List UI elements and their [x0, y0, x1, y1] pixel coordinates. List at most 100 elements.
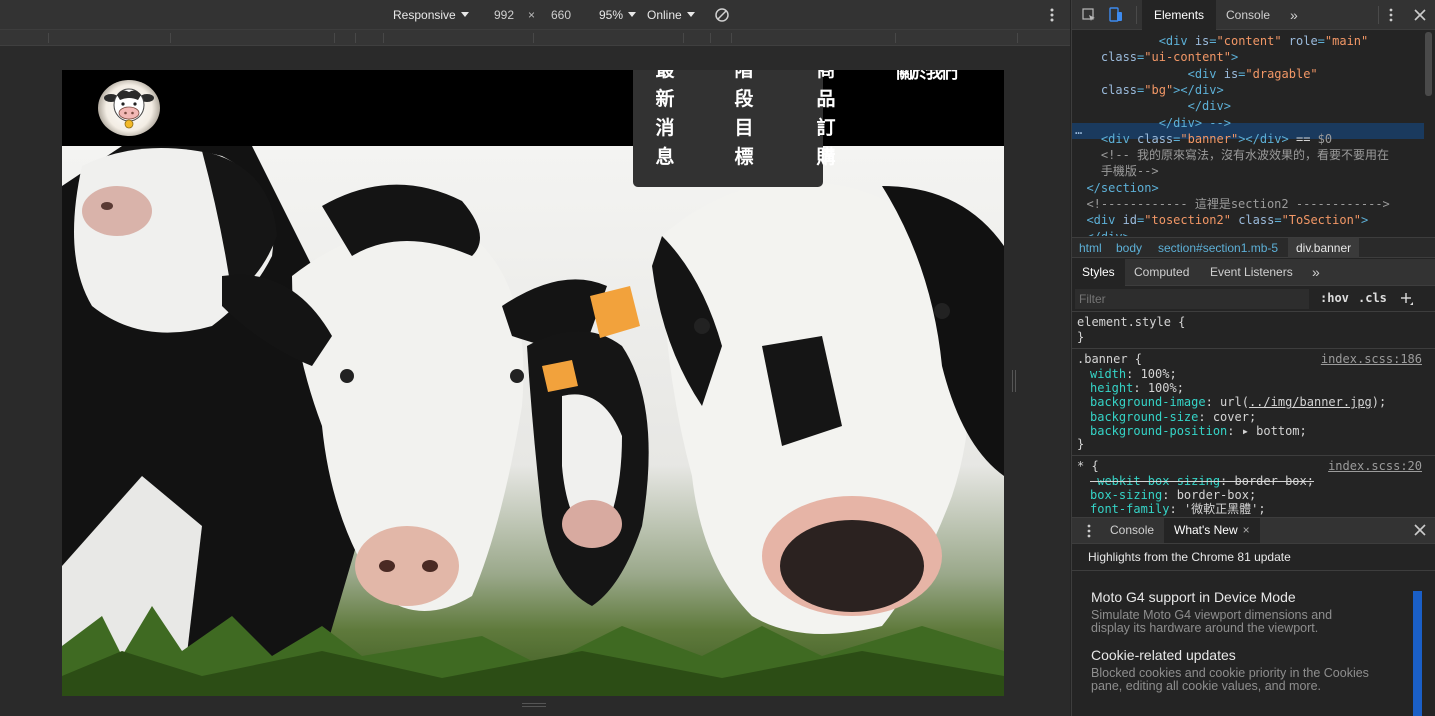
whats-new-item-title[interactable]: Moto G4 support in Device Mode — [1091, 589, 1296, 605]
breadcrumb-section[interactable]: section#section1.mb-5 — [1158, 238, 1278, 258]
device-select[interactable]: Responsive — [393, 8, 469, 22]
tab-event-listeners[interactable]: Event Listeners — [1210, 259, 1293, 286]
css-property-name[interactable]: -webkit-box-sizing — [1090, 474, 1220, 488]
breadcrumb-html[interactable]: html — [1079, 238, 1102, 258]
cow-logo[interactable] — [98, 80, 160, 136]
css-property-name[interactable]: box-sizing — [1090, 488, 1162, 502]
css-declaration[interactable]: font-family: '微軟正黑體'; — [1090, 502, 1266, 516]
dom-node-line[interactable]: <div id="tosection2" class="ToSection"> — [1072, 212, 1422, 228]
rotate-icon[interactable] — [714, 7, 730, 23]
devtools-menu-icon[interactable] — [1388, 8, 1394, 22]
dom-node-line[interactable]: class="ui-content"> — [1072, 49, 1422, 65]
zoom-select[interactable]: 95% — [599, 8, 637, 22]
device-toggle-icon[interactable] — [1109, 7, 1123, 23]
css-declaration[interactable]: height: 100%; — [1090, 381, 1184, 395]
star-rule-source-link[interactable]: index.scss:20 — [1328, 459, 1422, 473]
dom-token: $0 — [1317, 131, 1333, 146]
whats-new-item-title[interactable]: Cookie-related updates — [1091, 647, 1236, 663]
devtools-tabbar: Elements Console » — [1072, 0, 1435, 30]
css-property-name[interactable]: height — [1090, 381, 1133, 395]
dom-tree[interactable]: … <div is="content" role="main" class="u… — [1072, 30, 1435, 236]
css-property-value[interactable]: border-box; — [1235, 474, 1314, 488]
class-toggle[interactable]: .cls — [1358, 291, 1387, 305]
css-declaration[interactable]: background-position: ▸ bottom; — [1090, 424, 1307, 438]
dom-token: "banner" — [1180, 131, 1239, 146]
close-icon[interactable] — [1414, 9, 1426, 21]
dom-node-line[interactable]: <!------------ 這裡是section2 ------------> — [1072, 196, 1422, 212]
network-throttle-select[interactable]: Online — [647, 8, 695, 22]
close-drawer-icon[interactable] — [1414, 524, 1426, 536]
selector-text: * — [1077, 459, 1085, 473]
css-property-value[interactable]: cover; — [1213, 410, 1256, 424]
css-property-name[interactable]: background-position — [1090, 424, 1227, 438]
css-property-value[interactable]: '微軟正黑體'; — [1184, 502, 1266, 516]
dom-node-line[interactable]: </div> --> — [1072, 115, 1422, 131]
device-toolbar: Responsive 992 × 660 95% Online — [0, 0, 1070, 30]
nav-item-news[interactable]: 最 新 消 息 — [654, 70, 676, 172]
tab-computed[interactable]: Computed — [1134, 259, 1189, 286]
css-url-link[interactable]: ../img/banner.jpg — [1249, 395, 1372, 409]
nav-char: 品 — [816, 88, 836, 110]
css-property-name[interactable]: background-size — [1090, 410, 1198, 424]
resize-handle-bottom[interactable] — [522, 703, 546, 707]
dom-node-line[interactable]: <!-- 我的原來寫法，沒有水波效果的，看要不要用在 — [1072, 147, 1422, 163]
viewport-height-input[interactable]: 660 — [551, 8, 571, 22]
nav-item-goals[interactable]: 階 段 目 標 — [733, 70, 755, 172]
css-property-value[interactable]: border-box; — [1177, 488, 1256, 502]
dom-node-line[interactable]: <div class="banner"></div> == $0 — [1072, 131, 1422, 147]
dom-node-line[interactable]: </div> — [1072, 98, 1422, 114]
element-style-close: } — [1077, 330, 1085, 344]
css-declaration[interactable]: background-image: url(../img/banner.jpg)… — [1090, 395, 1386, 409]
viewport-width-input[interactable]: 992 — [494, 8, 514, 22]
nav-char: 新 — [655, 88, 675, 110]
css-declaration[interactable]: width: 100%; — [1090, 367, 1177, 381]
css-property-value[interactable]: url( — [1220, 395, 1249, 409]
breadcrumb-div-banner[interactable]: div.banner — [1288, 238, 1360, 258]
nav-char: 標 — [734, 146, 754, 168]
media-query-ruler[interactable] — [0, 30, 1070, 46]
more-options-icon[interactable] — [1048, 8, 1056, 22]
dom-node-line[interactable]: class="bg"></div> — [1072, 82, 1422, 98]
banner-rule-source-link[interactable]: index.scss:186 — [1321, 352, 1422, 366]
tab-styles[interactable]: Styles — [1072, 259, 1125, 286]
star-rule-selector[interactable]: * { — [1077, 459, 1099, 473]
tab-console[interactable]: Console — [1226, 0, 1270, 30]
css-declaration[interactable]: box-sizing: border-box; — [1090, 488, 1256, 502]
drawer-tab-whats-new[interactable]: What's New × — [1164, 518, 1260, 543]
styles-filter-input[interactable] — [1075, 289, 1309, 309]
css-property-value[interactable]: 100%; — [1141, 367, 1177, 381]
resize-handle-right[interactable] — [1012, 370, 1016, 392]
dom-token: "content" — [1216, 34, 1282, 48]
css-property-value[interactable]: ▸ bottom; — [1242, 424, 1307, 438]
whats-new-video-thumbnail[interactable] — [1413, 591, 1422, 716]
nav-item-order[interactable]: 商 品 訂 購 — [815, 70, 837, 172]
inspect-element-icon[interactable] — [1082, 8, 1096, 22]
css-declaration[interactable]: background-size: cover; — [1090, 410, 1256, 424]
more-tabs-icon[interactable]: » — [1290, 0, 1298, 30]
hover-state-toggle[interactable]: :hov — [1320, 291, 1349, 305]
dom-token: <!-- 我的原來寫法，沒有水波效果的，看要不要用在 — [1100, 148, 1390, 163]
dom-node-line[interactable]: </section> — [1072, 180, 1422, 196]
more-style-tabs-icon[interactable]: » — [1312, 259, 1320, 286]
css-property-name[interactable]: background-image — [1090, 395, 1206, 409]
css-property-name[interactable]: width — [1090, 367, 1126, 381]
banner-rule-selector[interactable]: .banner { — [1077, 352, 1142, 366]
dom-token: role — [1281, 34, 1318, 48]
drawer-tab-console[interactable]: Console — [1110, 518, 1154, 543]
css-property-value[interactable]: 100%; — [1148, 381, 1184, 395]
css-declaration[interactable]: -webkit-box-sizing: border-box; — [1090, 474, 1314, 488]
add-rule-icon[interactable] — [1400, 292, 1414, 306]
banner-image — [62, 146, 1004, 696]
breadcrumb-body[interactable]: body — [1116, 238, 1142, 258]
close-tab-icon[interactable]: × — [1243, 523, 1250, 537]
dom-node-line[interactable]: 手機版--> — [1072, 163, 1422, 179]
tab-elements[interactable]: Elements — [1142, 0, 1217, 30]
css-property-name[interactable]: font-family — [1090, 502, 1169, 516]
dom-node-line[interactable]: <div is="dragable" — [1072, 66, 1422, 82]
drawer-menu-icon[interactable] — [1086, 524, 1092, 538]
dom-node-line[interactable]: <div is="content" role="main" — [1072, 33, 1422, 49]
element-style-selector[interactable]: element.style { — [1077, 315, 1185, 329]
dom-scrollbar[interactable] — [1425, 32, 1432, 96]
dom-node-line[interactable]: </div> — [1072, 229, 1422, 236]
nav-item-about[interactable]: 關於我們 — [896, 70, 958, 83]
